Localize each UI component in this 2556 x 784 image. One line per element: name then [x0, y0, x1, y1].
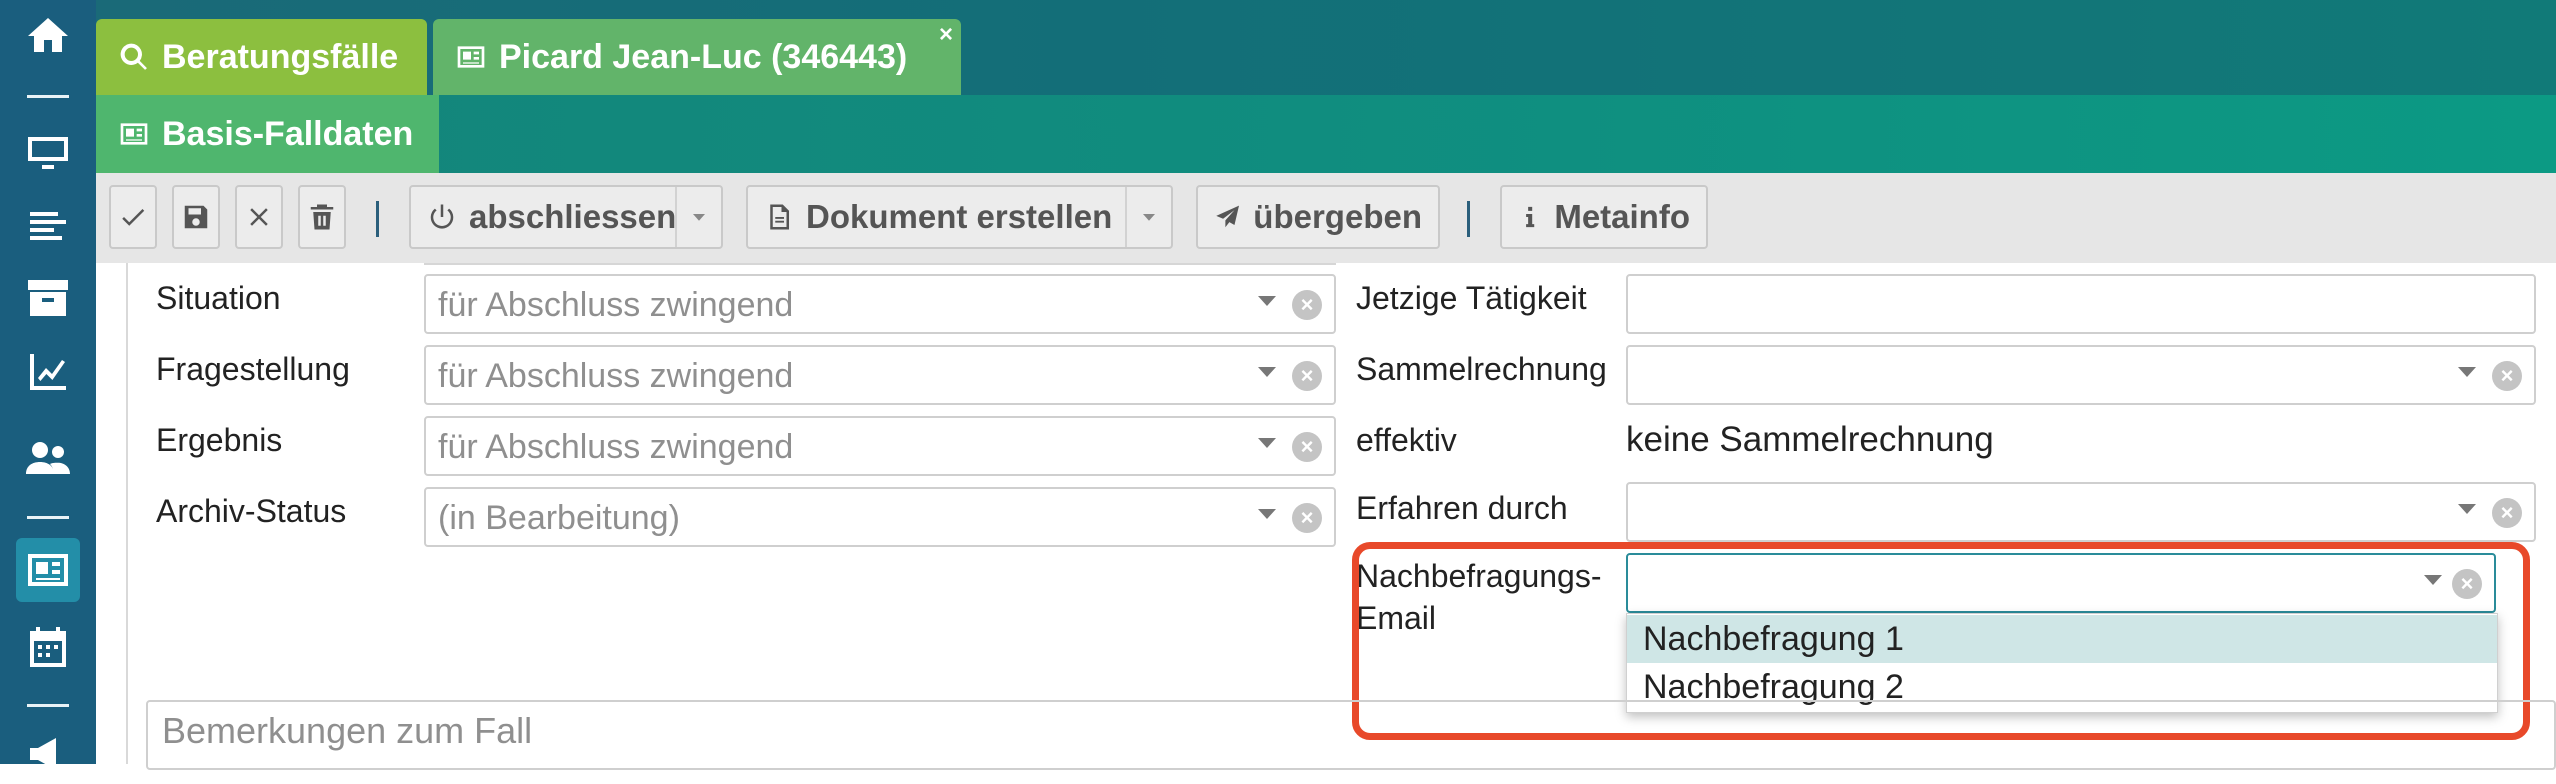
tab-label: Basis-Falldaten: [162, 114, 414, 153]
close-tab-icon[interactable]: ×: [939, 21, 953, 49]
clear-icon[interactable]: ×: [1292, 361, 1322, 391]
monitor-icon[interactable]: [18, 123, 78, 183]
caret-down-icon: [1143, 214, 1155, 221]
tab-label: Picard Jean-Luc (346443): [499, 37, 908, 76]
save-button[interactable]: [172, 185, 220, 249]
close-icon: [250, 208, 268, 226]
users-icon[interactable]: [18, 428, 78, 488]
app-sidebar: [0, 0, 96, 770]
remarks-placeholder: Bemerkungen zum Fall: [162, 710, 533, 751]
learned-through-select[interactable]: ×: [1626, 482, 2536, 542]
collective-invoice-select[interactable]: ×: [1626, 345, 2536, 405]
caret-down-icon: [693, 214, 705, 221]
create-document-menu-caret[interactable]: [1125, 187, 1171, 247]
remarks-textarea[interactable]: Bemerkungen zum Fall: [146, 700, 2556, 770]
cancel-button[interactable]: [235, 185, 283, 249]
hand-over-label: übergeben: [1253, 198, 1422, 235]
create-document-button[interactable]: Dokument erstellen: [746, 185, 1173, 249]
chart-icon[interactable]: [18, 342, 78, 402]
tab-label: Beratungsfälle: [162, 37, 399, 76]
calendar-icon[interactable]: [18, 617, 78, 677]
home-icon[interactable]: [18, 6, 78, 66]
top-tab-bar: Beratungsfälle Picard Jean-Luc (346443) …: [96, 0, 2556, 95]
clear-icon[interactable]: ×: [1292, 290, 1322, 320]
tab-beratungsfaelle[interactable]: Beratungsfälle: [96, 19, 427, 95]
learned-through-label: Erfahren durch: [1356, 490, 1568, 526]
delete-button[interactable]: [298, 185, 346, 249]
archive-status-label: Archiv-Status: [156, 493, 347, 529]
result-label: Ergebnis: [156, 422, 283, 458]
situation-placeholder: für Abschluss zwingend: [438, 286, 794, 324]
toolbar-separator: [1467, 201, 1470, 237]
list-icon[interactable]: [18, 196, 78, 256]
trash-icon: [310, 204, 334, 230]
chevron-down-icon[interactable]: [1258, 367, 1276, 377]
toolbar-separator: [376, 201, 379, 237]
tab-basis-falldaten[interactable]: Basis-Falldaten: [96, 95, 439, 173]
close-case-label: abschliessen: [469, 198, 677, 235]
clear-icon[interactable]: ×: [1292, 432, 1322, 462]
archive-status-value: (in Bearbeitung): [438, 499, 680, 537]
info-icon: [1526, 206, 1535, 228]
document-icon: [770, 204, 789, 230]
metainfo-label: Metainfo: [1554, 198, 1690, 235]
archive-status-select[interactable]: (in Bearbeitung) ×: [424, 487, 1336, 547]
confirm-button[interactable]: [109, 185, 157, 249]
search-icon: [120, 43, 147, 70]
question-select[interactable]: für Abschluss zwingend ×: [424, 345, 1336, 405]
metainfo-button[interactable]: Metainfo: [1500, 185, 1708, 249]
close-case-button[interactable]: abschliessen: [409, 185, 723, 249]
chevron-down-icon[interactable]: [1258, 296, 1276, 306]
id-card-icon: [457, 46, 485, 68]
collective-invoice-label: Sammelrechnung: [1356, 351, 1607, 387]
paper-plane-icon: [1216, 205, 1240, 228]
question-label: Fragestellung: [156, 351, 350, 387]
create-document-label: Dokument erstellen: [806, 198, 1113, 235]
chevron-down-icon[interactable]: [1258, 509, 1276, 519]
chevron-down-icon[interactable]: [1258, 438, 1276, 448]
chevron-down-icon[interactable]: [2458, 367, 2476, 377]
power-icon: [430, 204, 454, 229]
close-case-menu-caret[interactable]: [675, 187, 721, 247]
clear-icon[interactable]: ×: [2492, 498, 2522, 528]
rail-divider: [27, 516, 69, 519]
result-placeholder: für Abschluss zwingend: [438, 428, 794, 466]
sub-tab-bar: Basis-Falldaten: [96, 95, 2556, 173]
field-edge-line: [424, 263, 1336, 265]
archive-icon[interactable]: [18, 268, 78, 328]
clear-icon[interactable]: ×: [2492, 361, 2522, 391]
situation-select[interactable]: für Abschluss zwingend ×: [424, 274, 1336, 334]
clear-icon[interactable]: ×: [1292, 503, 1322, 533]
save-icon: [184, 205, 208, 229]
megaphone-icon[interactable]: [18, 724, 78, 784]
question-placeholder: für Abschluss zwingend: [438, 357, 794, 395]
id-card-icon: [120, 123, 148, 145]
case-card-icon[interactable]: [16, 538, 80, 602]
rail-divider: [27, 95, 69, 98]
tab-person-case[interactable]: Picard Jean-Luc (346443) ×: [433, 19, 961, 95]
chevron-down-icon[interactable]: [2458, 504, 2476, 514]
current-activity-label: Jetzige Tätigkeit: [1356, 280, 1587, 316]
check-icon: [122, 209, 145, 226]
toolbar: abschliessen Dokument erstellen übergebe…: [96, 173, 2556, 263]
situation-label: Situation: [156, 280, 281, 316]
current-activity-input[interactable]: [1626, 274, 2536, 334]
effective-label: effektiv: [1356, 422, 1457, 458]
hand-over-button[interactable]: übergeben: [1196, 185, 1440, 249]
rail-divider: [27, 704, 69, 707]
result-select[interactable]: für Abschluss zwingend ×: [424, 416, 1336, 476]
effective-value: keine Sammelrechnung: [1626, 420, 1994, 459]
